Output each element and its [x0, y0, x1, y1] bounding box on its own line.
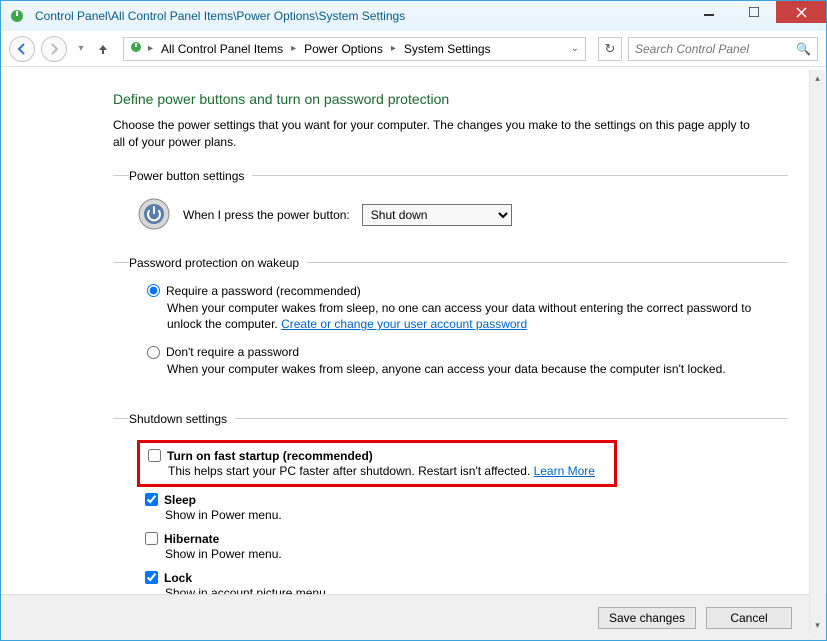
no-password-desc: When your computer wakes from sleep, any… [147, 361, 757, 378]
chevron-right-icon: ▸ [291, 43, 296, 54]
chevron-right-icon: ▸ [148, 43, 153, 54]
page-title: Define power buttons and turn on passwor… [113, 91, 788, 107]
password-protection-settings: Password protection on wakeup Require a … [113, 256, 788, 398]
window-controls [686, 1, 826, 23]
back-button[interactable] [9, 36, 35, 62]
power-icon [137, 197, 171, 234]
breadcrumb[interactable]: ▸ All Control Panel Items ▸ Power Option… [123, 37, 586, 61]
refresh-button[interactable]: ↻ [598, 37, 622, 61]
sleep-desc: Show in Power menu. [145, 508, 788, 522]
lock-checkbox[interactable]: Lock [145, 571, 788, 585]
breadcrumb-item[interactable]: All Control Panel Items [157, 42, 287, 56]
breadcrumb-item[interactable]: System Settings [400, 42, 495, 56]
page-description: Choose the power settings that you want … [113, 117, 753, 151]
power-button-select[interactable]: Shut down [362, 204, 512, 226]
require-password-radio[interactable]: Require a password (recommended) [147, 284, 788, 298]
window-title: Control Panel\All Control Panel Items\Po… [35, 9, 405, 23]
breadcrumb-icon [128, 39, 144, 58]
fast-startup-checkbox[interactable]: Turn on fast startup (recommended) [148, 449, 606, 463]
fieldset-legend: Power button settings [129, 169, 252, 183]
sleep-checkbox[interactable]: Sleep [145, 493, 788, 507]
require-password-desc: When your computer wakes from sleep, no … [147, 300, 757, 334]
titlebar: Control Panel\All Control Panel Items\Po… [1, 1, 826, 31]
scroll-up-icon[interactable]: ▴ [810, 70, 825, 87]
hibernate-desc: Show in Power menu. [145, 547, 788, 561]
no-password-radio[interactable]: Don't require a password [147, 345, 788, 359]
power-button-settings: Power button settings When I press the p… [113, 169, 788, 242]
footer: Save changes Cancel [1, 594, 826, 640]
save-button[interactable]: Save changes [598, 607, 696, 629]
scroll-pane: Define power buttons and turn on passwor… [1, 67, 826, 594]
fieldset-legend: Shutdown settings [129, 412, 235, 426]
history-dropdown[interactable]: ▾ [73, 41, 89, 57]
fast-startup-desc: This helps start your PC faster after sh… [148, 464, 606, 478]
highlight-annotation: Turn on fast startup (recommended) This … [137, 440, 617, 487]
lock-desc: Show in account picture menu. [145, 586, 788, 594]
close-button[interactable] [776, 1, 826, 23]
toolbar: ▾ ▸ All Control Panel Items ▸ Power Opti… [1, 31, 826, 67]
search-box[interactable]: 🔍 [628, 37, 818, 61]
search-icon: 🔍 [796, 42, 811, 56]
maximize-button[interactable] [731, 1, 776, 23]
minimize-button[interactable] [686, 1, 731, 23]
shutdown-settings: Shutdown settings Turn on fast startup (… [113, 412, 788, 594]
fieldset-legend: Password protection on wakeup [129, 256, 307, 270]
content-area: Define power buttons and turn on passwor… [1, 67, 826, 594]
hibernate-checkbox[interactable]: Hibernate [145, 532, 788, 546]
forward-button[interactable] [41, 36, 67, 62]
chevron-right-icon: ▸ [391, 43, 396, 54]
power-options-icon [9, 8, 25, 24]
scrollbar[interactable]: ▴ ▾ [809, 70, 825, 634]
breadcrumb-item[interactable]: Power Options [300, 42, 387, 56]
create-password-link[interactable]: Create or change your user account passw… [281, 317, 527, 331]
scroll-down-icon[interactable]: ▾ [810, 617, 825, 634]
up-button[interactable] [95, 41, 111, 57]
learn-more-link[interactable]: Learn More [534, 464, 595, 478]
power-button-label: When I press the power button: [183, 208, 350, 222]
cancel-button[interactable]: Cancel [706, 607, 792, 629]
breadcrumb-dropdown[interactable]: ⌄ [567, 43, 583, 54]
search-input[interactable] [635, 42, 796, 56]
